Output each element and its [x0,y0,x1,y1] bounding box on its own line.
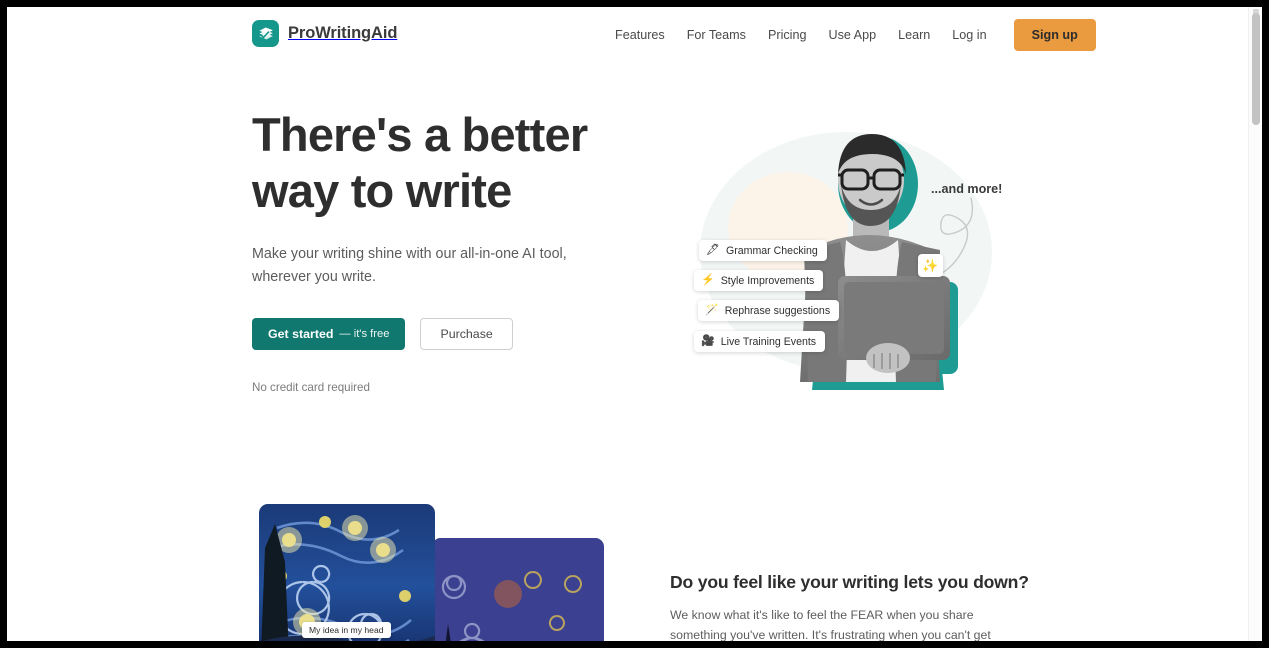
hero-copy-block: There's a better way to write Make your … [252,107,652,394]
page-viewport: ProWritingAid Features For Teams Pricing… [7,7,1262,641]
sparkles-icon: ✨ [922,258,939,273]
get-started-label: Get started [268,327,334,341]
nav-link-learn[interactable]: Learn [887,20,941,50]
feature-chip-label: Rephrase suggestions [724,304,831,317]
painting-comparison: My idea in my head [252,504,604,641]
get-started-sublabel: — it's free [339,328,390,340]
lower-section-title: Do you feel like your writing lets you d… [670,572,1029,592]
nav-link-for-teams[interactable]: For Teams [676,20,757,50]
lower-section-body: We know what it's like to feel the FEAR … [670,608,991,641]
hero-title-line-2: way to write [252,164,512,217]
lightning-bolt-icon: ⚡ [701,274,715,286]
nav-link-use-app[interactable]: Use App [817,20,887,50]
lower-copy-block: Do you feel like your writing lets you d… [670,572,1029,641]
prowritingaid-logo-icon [252,20,279,47]
starry-night-painting [259,504,435,641]
feature-chip-grammar-checking: 🖋 Grammar Checking [699,240,827,261]
feature-chip-live-training-events: 🎥 Live Training Events [694,331,826,352]
movie-camera-icon: 🎥 [701,335,715,347]
hero-title: There's a better way to write [252,107,652,219]
primary-navigation: Features For Teams Pricing Use App Learn… [604,19,1096,51]
feature-chip-rephrase-suggestions: 🪄 Rephrase suggestions [698,300,840,321]
sparkles-badge: ✨ [918,254,943,277]
brand-logo-link[interactable]: ProWritingAid [252,20,397,47]
hero-title-line-1: There's a better [252,108,588,161]
magic-wand-icon: 🪄 [705,304,719,316]
hero-illustration: 🖋 Grammar Checking ⚡ Style Improvements … [672,102,1022,402]
browser-window-frame: ProWritingAid Features For Teams Pricing… [0,0,1269,648]
page-content: ProWritingAid Features For Teams Pricing… [7,7,1248,641]
nav-link-features[interactable]: Features [604,20,676,50]
hero-cta-group: Get started — it's free Purchase [252,318,652,350]
simplified-painting [432,538,604,641]
feature-chip-label: Style Improvements [720,274,815,287]
feature-chip-label: Grammar Checking [725,244,818,257]
sign-up-button[interactable]: Sign up [1013,19,1096,51]
vertical-scrollbar-track[interactable] [1248,7,1262,641]
vertical-scrollbar-thumb[interactable] [1252,13,1260,125]
feature-chip-style-improvements: ⚡ Style Improvements [694,270,824,291]
fountain-pen-icon: 🖋 [706,244,720,256]
site-header: ProWritingAid Features For Teams Pricing… [7,7,1248,63]
brand-name: ProWritingAid [288,24,398,42]
purchase-button[interactable]: Purchase [420,318,513,350]
nav-link-pricing[interactable]: Pricing [757,20,818,50]
no-credit-card-note: No credit card required [252,381,370,394]
hero-subtitle: Make your writing shine with our all-in-… [252,246,567,285]
get-started-button[interactable]: Get started — it's free [252,318,406,350]
feature-chip-label: Live Training Events [720,335,817,348]
painting-caption: My idea in my head [302,622,391,638]
nav-link-log-in[interactable]: Log in [941,20,997,50]
